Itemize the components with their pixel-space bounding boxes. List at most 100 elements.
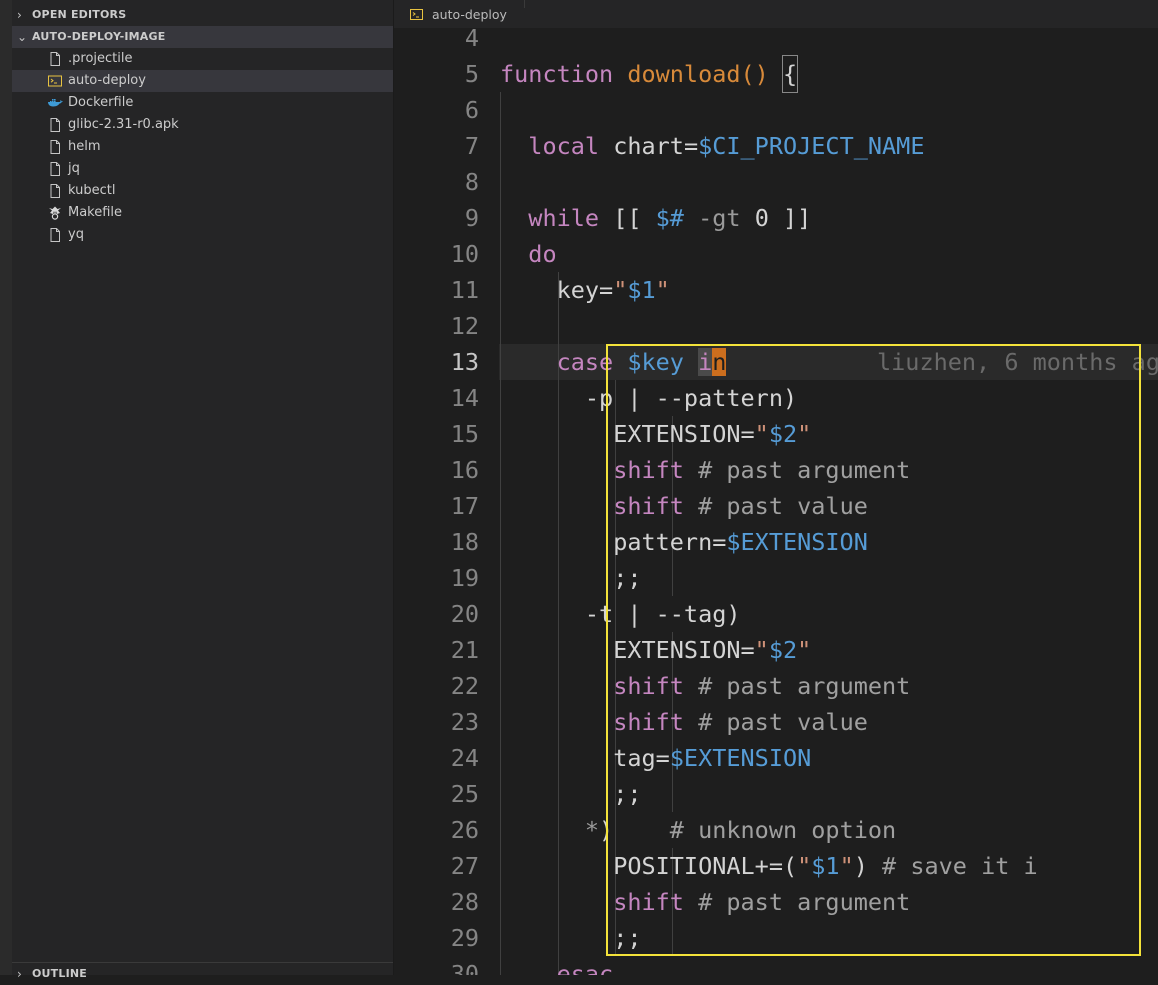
chevron-down-icon: ⌄ (17, 30, 28, 44)
operator-token: * (584, 816, 600, 844)
project-folder-header[interactable]: ⌄ AUTO-DEPLOY-IMAGE (12, 26, 393, 48)
code-line-15: EXTENSION="$2" (500, 416, 811, 452)
file-name: glibc-2.31-r0.apk (68, 117, 179, 132)
line-number: 4 (464, 28, 479, 52)
comment-token: # save it i (882, 852, 1038, 880)
text-cursor: n (712, 348, 727, 376)
line-number: 24 (450, 744, 479, 772)
line-number: 26 (450, 816, 479, 844)
git-blame-annotation: liuzhen, 6 months ag (877, 348, 1158, 376)
file-name: kubectl (68, 183, 116, 198)
file-icon (50, 228, 60, 242)
file-item-helm[interactable]: helm (12, 136, 393, 158)
quote-token: " (839, 852, 854, 880)
variable-token: $1 (627, 276, 656, 304)
file-name: auto-deploy (68, 73, 146, 88)
outline-header[interactable]: › OUTLINE (12, 962, 393, 984)
text-token: -t | --tag) (584, 600, 741, 628)
line-number: 10 (450, 240, 479, 268)
code-line-25: ;; (500, 776, 641, 812)
line-number: 7 (464, 132, 479, 160)
code-line-27: POSITIONAL+=("$1") # save it i (500, 848, 1038, 884)
file-item-makefile[interactable]: Makefile (12, 202, 393, 224)
file-name: jq (68, 161, 80, 176)
file-name: helm (68, 139, 101, 154)
code-line-26: *) # unknown option (500, 812, 896, 848)
quote-token: " (797, 852, 812, 880)
variable-token: $2 (768, 420, 798, 448)
file-item-auto-deploy[interactable]: auto-deploy (12, 70, 393, 92)
file-icon (50, 118, 60, 132)
function-name-token: download() (627, 60, 769, 88)
explorer-sidebar: › OPEN EDITORS ⌄ AUTO-DEPLOY-IMAGE .proj… (0, 0, 394, 981)
variable-token: $CI_PROJECT_NAME (698, 132, 925, 160)
file-name: yq (68, 227, 84, 242)
text-token: tag= (613, 744, 670, 772)
code-line-22: shift # past argument (500, 668, 910, 704)
variable-token: $EXTENSION (669, 744, 812, 772)
code-line-10: do (500, 236, 557, 272)
code-editor[interactable]: 4 5 6 7 8 9 10 11 12 13 14 15 16 17 18 1… (394, 28, 1158, 975)
tab-label: auto-deploy (432, 7, 507, 22)
line-number: 16 (450, 456, 479, 484)
file-name: Makefile (68, 205, 123, 220)
code-line-5: function download() { (500, 55, 799, 93)
line-number: 6 (464, 96, 479, 124)
editor-tab-bar: auto-deploy (394, 0, 1158, 28)
keyword-token: local (528, 132, 600, 160)
keyword-token: shift (613, 492, 684, 520)
line-number: 28 (450, 888, 479, 916)
comment-token: # past value (698, 708, 868, 736)
keyword-token: do (528, 240, 557, 268)
file-item-kubectl[interactable]: kubectl (12, 180, 393, 202)
code-line-29: ;; (500, 920, 641, 956)
line-number-active: 13 (450, 348, 479, 376)
variable-token: $2 (768, 636, 798, 664)
variable-token: $1 (811, 852, 840, 880)
line-number-gutter: 4 5 6 7 8 9 10 11 12 13 14 15 16 17 18 1… (394, 28, 479, 975)
file-item-yq[interactable]: yq (12, 224, 393, 246)
keyword-token: while (528, 204, 600, 232)
line-number: 5 (464, 60, 479, 88)
variable-token: $# (655, 204, 684, 232)
outline-label: OUTLINE (32, 967, 88, 980)
quote-token: " (797, 636, 812, 664)
quote-token: " (797, 420, 812, 448)
code-line-7: local chart=$CI_PROJECT_NAME (500, 128, 924, 164)
code-line-16: shift # past argument (500, 452, 910, 488)
keyword-token: esac (556, 960, 614, 975)
text-token: 0 ]] (754, 204, 812, 232)
comment-token: # past argument (698, 888, 911, 916)
line-number: 18 (450, 528, 479, 556)
code-line-23: shift # past value (500, 704, 868, 740)
comment-token: # past argument (698, 456, 911, 484)
code-line-9: while [[ $# -gt 0 ]] (500, 200, 811, 236)
file-icon (50, 162, 60, 176)
file-item-dockerfile[interactable]: Dockerfile (12, 92, 393, 114)
text-token: EXTENSION= (613, 420, 755, 448)
variable-token: $key (627, 348, 684, 376)
line-number: 9 (464, 204, 479, 232)
text-token: -p | --pattern) (584, 384, 798, 412)
open-editors-label: OPEN EDITORS (32, 8, 127, 21)
file-item-jq[interactable]: jq (12, 158, 393, 180)
line-number: 19 (450, 564, 479, 592)
open-editors-header[interactable]: › OPEN EDITORS (12, 4, 393, 26)
line-number: 29 (450, 924, 479, 952)
tab-separator (524, 0, 525, 8)
file-item-projectile[interactable]: .projectile (12, 48, 393, 70)
matching-brace: { (781, 55, 799, 93)
line-number: 12 (450, 312, 479, 340)
file-icon (50, 184, 60, 198)
keyword-token: shift (613, 456, 684, 484)
line-number: 27 (450, 852, 479, 880)
code-line-19: ;; (500, 560, 641, 596)
line-number: 23 (450, 708, 479, 736)
tab-auto-deploy[interactable]: auto-deploy (408, 0, 558, 28)
line-number: 20 (450, 600, 479, 628)
text-token: [[ (613, 204, 642, 232)
operator-token: -gt (698, 204, 741, 232)
text-token: EXTENSION= (613, 636, 755, 664)
text-token: POSITIONAL+=( (613, 852, 798, 880)
file-item-glibc-apk[interactable]: glibc-2.31-r0.apk (12, 114, 393, 136)
